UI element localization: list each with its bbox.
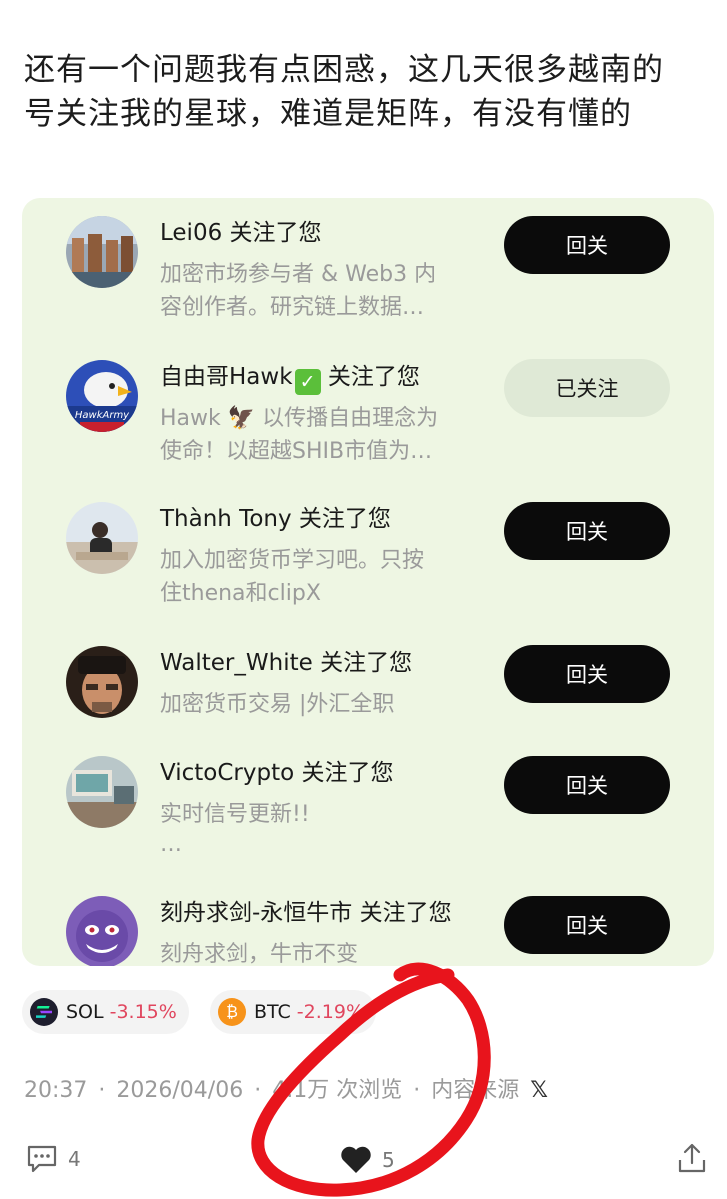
content-source[interactable]: 内容来源 xyxy=(431,1078,519,1103)
follower-name-suffix: 关注了您 xyxy=(320,364,420,390)
avatar[interactable]: HawkArmy xyxy=(66,360,138,432)
follower-name[interactable]: 自由哥Hawk ✓ 关注了您 xyxy=(160,362,420,395)
follower-name-text: 自由哥Hawk xyxy=(160,364,293,390)
follower-description: 加入加密货币学习吧。只按 住thena和clipX xyxy=(160,544,480,610)
follower-description-line: 使命！以超越SHIB市值为… xyxy=(160,439,433,464)
view-count: 4.1万 次浏览 xyxy=(272,1078,403,1103)
share-icon xyxy=(678,1143,706,1173)
follower-description-line: 加密市场参与者 & Web3 内 xyxy=(160,262,437,287)
coin-symbol: BTC xyxy=(254,1001,291,1023)
comment-icon xyxy=(27,1145,57,1173)
follower-description-line: 住thena和clipX xyxy=(160,581,321,606)
coin-change: -2.19% xyxy=(296,1001,365,1023)
follower-description: 刻舟求剑，牛市不变 xyxy=(160,938,480,966)
avatar[interactable] xyxy=(66,646,138,718)
comment-button[interactable]: 4 xyxy=(26,1144,81,1174)
like-count: 5 xyxy=(382,1148,395,1172)
check-mark-icon: ✓ xyxy=(294,369,321,395)
post-line-1: 还有一个问题我有点困惑，这几天很多越南的 xyxy=(24,52,664,88)
coin-tag-sol[interactable]: SOL -3.15% xyxy=(22,990,189,1034)
coin-tag-btc[interactable]: ₿ BTC -2.19% xyxy=(210,990,377,1034)
comment-count: 4 xyxy=(68,1147,81,1171)
avatar[interactable] xyxy=(66,216,138,288)
bitcoin-icon: ₿ xyxy=(218,998,246,1026)
coin-symbol: SOL xyxy=(66,1001,104,1023)
follower-description: 加密市场参与者 & Web3 内 容创作者。研究链上数据… xyxy=(160,258,480,324)
post-line-2: 号关注我的星球，难道是矩阵，有没有懂的 xyxy=(24,96,632,132)
follow-back-button[interactable]: 回关 xyxy=(504,756,670,814)
follower-name[interactable]: Lei06 关注了您 xyxy=(160,218,322,248)
action-bar: 4 5 xyxy=(0,1138,727,1182)
follower-description-line: 加入加密货币学习吧。只按 xyxy=(160,548,425,573)
separator: · xyxy=(98,1078,106,1103)
avatar[interactable] xyxy=(66,896,138,966)
post-text: 还有一个问题我有点困惑，这几天很多越南的 号关注我的星球，难道是矩阵，有没有懂的 xyxy=(24,48,714,136)
follower-description-line: Hawk 🦅 以传播自由理念为 xyxy=(160,406,439,431)
heart-icon xyxy=(341,1146,371,1173)
follow-back-button[interactable]: 回关 xyxy=(504,896,670,954)
solana-icon xyxy=(30,998,58,1026)
post-time: 20:37 xyxy=(24,1078,88,1103)
avatar-logo-text: HawkArmy xyxy=(75,410,130,421)
follower-description: 实时信号更新!! … xyxy=(160,798,480,859)
follower-name[interactable]: 刻舟求剑-永恒牛市 关注了您 xyxy=(160,898,452,928)
like-button[interactable]: 5 xyxy=(340,1146,395,1174)
follower-description: Hawk 🦅 以传播自由理念为 使命！以超越SHIB市值为… xyxy=(160,402,480,468)
follower-notification-card: Lei06 关注了您 加密市场参与者 & Web3 内 容创作者。研究链上数据…… xyxy=(22,198,714,966)
follower-description-line: … xyxy=(160,832,182,857)
follow-back-button[interactable]: 回关 xyxy=(504,502,670,560)
x-logo-icon[interactable]: 𝕏 xyxy=(530,1078,548,1103)
separator: · xyxy=(254,1078,262,1103)
follower-name[interactable]: Thành Tony 关注了您 xyxy=(160,504,391,534)
follower-name[interactable]: Walter_White 关注了您 xyxy=(160,648,412,678)
separator: · xyxy=(413,1078,421,1103)
follow-back-button[interactable]: 回关 xyxy=(504,645,670,703)
following-button[interactable]: 已关注 xyxy=(504,359,670,417)
follower-description: 加密货币交易 |外汇全职 xyxy=(160,688,480,721)
post-meta: 20:37 · 2026/04/06 · 4.1万 次浏览 · 内容来源 𝕏 xyxy=(24,1072,552,1104)
coin-change: -3.15% xyxy=(109,1001,177,1023)
follow-back-button[interactable]: 回关 xyxy=(504,216,670,274)
follower-name[interactable]: VictoCrypto 关注了您 xyxy=(160,758,393,788)
share-button[interactable] xyxy=(676,1142,708,1174)
follower-description-line: 加密货币交易 |外汇全职 xyxy=(160,692,395,717)
follower-description-line: 刻舟求剑，牛市不变 xyxy=(160,942,359,966)
follower-description-line: 容创作者。研究链上数据… xyxy=(160,295,425,320)
avatar[interactable] xyxy=(66,502,138,574)
follower-description-line: 实时信号更新!! xyxy=(160,802,310,827)
avatar[interactable] xyxy=(66,756,138,828)
post-date: 2026/04/06 xyxy=(116,1078,244,1103)
